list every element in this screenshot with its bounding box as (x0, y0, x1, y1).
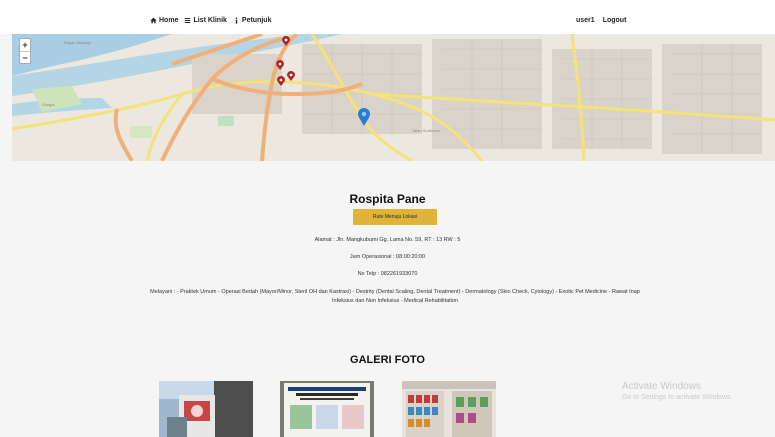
watermark-title: Activate Windows (622, 381, 701, 392)
svg-text:Jalan Sudirman: Jalan Sudirman (412, 128, 440, 133)
clinic-address: Alamat : Jln. Mangkubumi Gg. Lama No. 59… (314, 237, 461, 243)
selected-location-marker-icon[interactable] (358, 108, 370, 126)
map-marker-icon[interactable] (277, 76, 285, 86)
zoom-out-button[interactable]: − (20, 51, 30, 63)
map-tiles[interactable]: Bagan Siapiapi Sungai Jalan Sudirman (12, 34, 775, 161)
map-marker-icon[interactable] (282, 36, 290, 46)
svg-text:Bagan Siapiapi: Bagan Siapiapi (64, 40, 91, 45)
nav-home-link[interactable]: Home (150, 17, 178, 24)
map-marker-icon[interactable] (287, 71, 295, 81)
nav-list-klinik-label: List Klinik (193, 17, 227, 24)
nav-petunjuk-label: Petunjuk (241, 17, 272, 24)
nav-logout-link[interactable]: Logout (603, 17, 627, 24)
nav-home-label: Home (159, 17, 179, 24)
zoom-in-button[interactable]: + (20, 39, 30, 51)
map-zoom-control: + − (19, 38, 31, 64)
svg-text:Sungai: Sungai (42, 102, 55, 107)
gallery-photo[interactable] (159, 381, 253, 437)
navbar: Home List Klinik Petunjuk user1 Logout (0, 0, 775, 34)
nav-list-klinik-link[interactable]: List Klinik (184, 17, 227, 24)
info-icon (235, 17, 238, 24)
clinic-phone: No Telp : 082261933070 (357, 271, 418, 277)
clinic-map[interactable]: Bagan Siapiapi Sungai Jalan Sudirman + − (12, 34, 775, 161)
clinic-services: Melayani : - Praktek Umum - Operasi Beda… (150, 289, 640, 304)
gallery-photo[interactable] (280, 381, 374, 437)
list-icon (185, 18, 191, 23)
map-marker-icon[interactable] (276, 60, 284, 70)
watermark-subtitle: Go to Settings to activate Windows. (622, 394, 733, 401)
nav-petunjuk-link[interactable]: Petunjuk (233, 17, 272, 24)
home-icon (150, 17, 157, 24)
gallery-title: GALERI FOTO (350, 354, 425, 366)
activate-windows-watermark: Activate Windows Go to Settings to activ… (622, 381, 733, 401)
nav-right: user1 Logout (576, 17, 626, 24)
clinic-name: Rospita Pane (349, 192, 426, 206)
nav-user-link[interactable]: user1 (576, 17, 595, 24)
nav-left: Home List Klinik Petunjuk (150, 17, 271, 24)
gallery-photo[interactable] (402, 381, 496, 437)
clinic-hours: Jam Operasional : 08:00:20:00 (349, 254, 426, 260)
route-to-location-button[interactable]: Rute Menuju Lokasi (353, 209, 437, 225)
